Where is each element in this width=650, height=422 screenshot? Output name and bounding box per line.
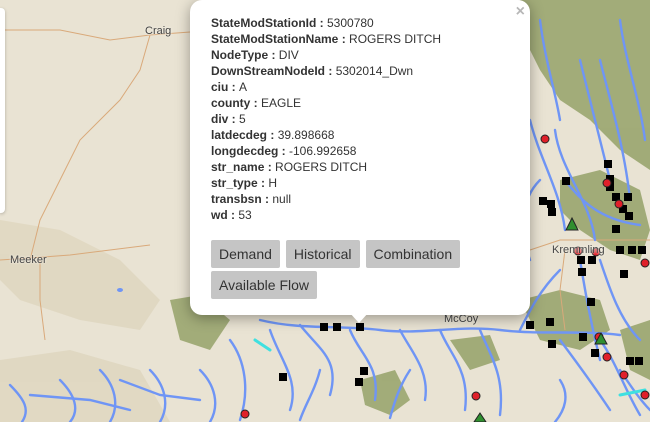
attribute-row: str_type : H (211, 176, 278, 190)
attribute-key: str_type (211, 176, 258, 190)
combination-button[interactable]: Combination (365, 240, 461, 268)
attribute-value: ROGERS DITCH (349, 32, 442, 46)
available-flow-button[interactable]: Available Flow (211, 271, 318, 299)
attribute-row: div : 5 (211, 112, 246, 126)
attribute-value: H (268, 176, 278, 190)
attribute-key: StateModStationId (211, 16, 317, 30)
map-label-craig: Craig (145, 25, 172, 37)
attribute-row: transbsn : null (211, 192, 292, 206)
attribute-value: null (272, 192, 292, 206)
feature-popup: × StateModStationId : 5300780 StateModSt… (190, 0, 530, 315)
attribute-value: A (239, 80, 248, 94)
close-icon[interactable]: × (516, 3, 525, 21)
attribute-value: 5 (239, 112, 246, 126)
attribute-row: str_name : ROGERS DITCH (211, 160, 368, 174)
attribute-value: 39.898668 (277, 128, 335, 142)
attribute-row: wd : 53 (211, 208, 252, 222)
popup-button-row: Demand Historical Combination (211, 240, 461, 268)
attribute-key: ciu (211, 80, 229, 94)
attribute-key: str_name (211, 160, 265, 174)
attribute-row: DownStreamNodeId : 5302014_Dwn (211, 64, 414, 78)
demand-button[interactable]: Demand (211, 240, 280, 268)
attribute-value: ROGERS DITCH (275, 160, 368, 174)
attribute-value: EAGLE (261, 96, 302, 110)
map-label-meeker: Meeker (10, 254, 47, 266)
attribute-key: transbsn (211, 192, 262, 206)
historical-button[interactable]: Historical (285, 240, 360, 268)
attribute-key: DownStreamNodeId (211, 64, 326, 78)
attribute-key: county (211, 96, 251, 110)
attribute-value: 53 (238, 208, 252, 222)
popup-tip (349, 312, 369, 323)
attribute-row: StateModStationId : 5300780 (211, 16, 374, 30)
attribute-row: latdecdeg : 39.898668 (211, 128, 335, 142)
popup-button-row-2: Available Flow (211, 271, 318, 299)
attribute-key: latdecdeg (211, 128, 268, 142)
attribute-value: 5300780 (327, 16, 374, 30)
attribute-key: longdecdeg (211, 144, 279, 158)
attribute-value: 5302014_Dwn (335, 64, 414, 78)
attribute-value: DIV (278, 48, 299, 62)
attribute-list: StateModStationId : 5300780 StateModStat… (211, 15, 441, 223)
attribute-row: StateModStationName : ROGERS DITCH (211, 32, 442, 46)
attribute-key: NodeType (211, 48, 269, 62)
attribute-row: ciu : A (211, 80, 248, 94)
attribute-key: div (211, 112, 229, 126)
attribute-value: -106.992658 (289, 144, 357, 158)
attribute-key: wd (211, 208, 228, 222)
attribute-row: NodeType : DIV (211, 48, 299, 62)
attribute-row: longdecdeg : -106.992658 (211, 144, 357, 158)
attribute-key: StateModStationName (211, 32, 339, 46)
side-panel-edge[interactable] (0, 8, 5, 213)
map-label-kremmling: Kremmling (552, 244, 605, 256)
attribute-row: county : EAGLE (211, 96, 302, 110)
